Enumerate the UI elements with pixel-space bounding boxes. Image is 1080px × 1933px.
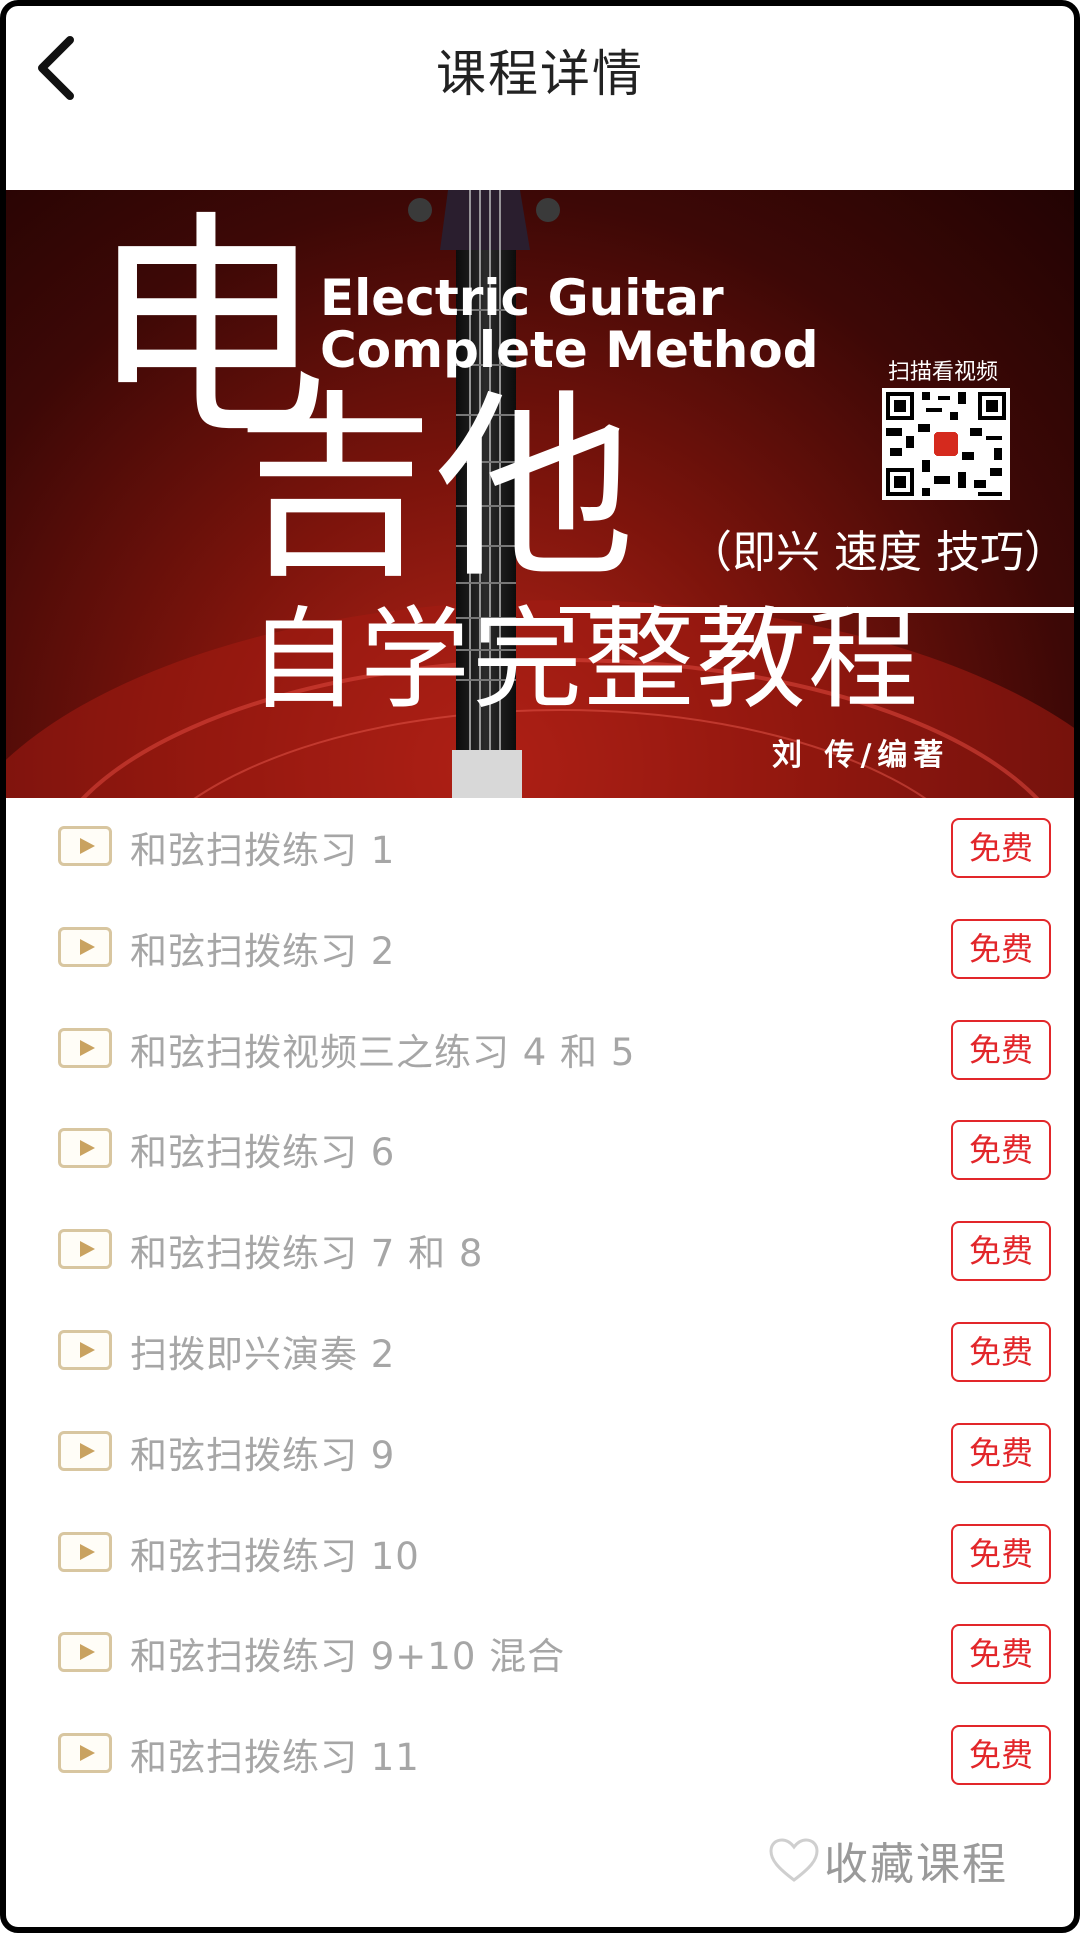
- play-video-icon: [58, 1330, 112, 1370]
- lesson-title: 和弦扫拨视频三之练习 4 和 5: [130, 1031, 636, 1074]
- lesson-row[interactable]: 和弦扫拨练习 1 免费: [0, 798, 1080, 899]
- lesson-title: 和弦扫拨练习 2: [130, 930, 396, 973]
- lesson-row[interactable]: 和弦扫拨练习 7 和 8 免费: [0, 1201, 1080, 1302]
- lesson-row[interactable]: 和弦扫拨视频三之练习 4 和 5 免费: [0, 1000, 1080, 1101]
- lesson-row[interactable]: 和弦扫拨练习 6 免费: [0, 1100, 1080, 1201]
- cover-main-title: 自学完整教程: [248, 596, 920, 724]
- play-video-icon: [58, 1532, 112, 1572]
- cover-title-en-line2: Complete Method: [320, 321, 819, 379]
- lesson-row[interactable]: 和弦扫拨练习 11 免费: [0, 1705, 1080, 1786]
- lesson-title: 扫拨即兴演奏 2: [130, 1333, 396, 1376]
- footer-bar: 收藏课程: [0, 1786, 1080, 1933]
- heart-outline-icon: [769, 1838, 819, 1882]
- favorite-label: 收藏课程: [824, 1839, 1008, 1890]
- free-badge: 免费: [951, 818, 1051, 878]
- free-badge: 免费: [951, 1624, 1051, 1684]
- lesson-row[interactable]: 和弦扫拨练习 2 免费: [0, 899, 1080, 1000]
- play-video-icon: [58, 1431, 112, 1471]
- lesson-title: 和弦扫拨练习 1: [130, 829, 396, 872]
- free-badge: 免费: [951, 919, 1051, 979]
- lesson-title: 和弦扫拨练习 11: [130, 1736, 420, 1779]
- free-badge: 免费: [951, 1524, 1051, 1584]
- play-video-icon: [58, 1632, 112, 1672]
- page-title: 课程详情: [436, 45, 644, 103]
- free-badge: 免费: [951, 1423, 1051, 1483]
- lesson-list: 和弦扫拨练习 1 免费 和弦扫拨练习 2 免费 和弦扫拨视频三之练习 4 和 5…: [0, 798, 1080, 1786]
- free-badge: 免费: [951, 1020, 1051, 1080]
- play-video-icon: [58, 1733, 112, 1773]
- free-badge: 免费: [951, 1120, 1051, 1180]
- cover-author: 刘 传/编著: [772, 738, 950, 773]
- play-video-icon: [58, 1028, 112, 1068]
- lesson-row[interactable]: 和弦扫拨练习 9+10 混合 免费: [0, 1604, 1080, 1705]
- lesson-row[interactable]: 和弦扫拨练习 9 免费: [0, 1403, 1080, 1504]
- play-video-icon: [58, 927, 112, 967]
- cover-title-jita: 吉他: [235, 373, 636, 606]
- lesson-title: 和弦扫拨练习 9: [130, 1434, 396, 1477]
- play-video-icon: [58, 1128, 112, 1168]
- lesson-title: 和弦扫拨练习 9+10 混合: [130, 1635, 566, 1678]
- free-badge: 免费: [951, 1221, 1051, 1281]
- lesson-title: 和弦扫拨练习 6: [130, 1131, 396, 1174]
- lesson-title: 和弦扫拨练习 10: [130, 1535, 420, 1578]
- free-badge: 免费: [951, 1725, 1051, 1785]
- lesson-row[interactable]: 和弦扫拨练习 10 免费: [0, 1504, 1080, 1605]
- nav-header: 课程详情: [0, 0, 1080, 190]
- qr-scan-label: 扫描看视频: [888, 360, 999, 385]
- play-video-icon: [58, 826, 112, 866]
- play-video-icon: [58, 1229, 112, 1269]
- lesson-row[interactable]: 扫拨即兴演奏 2 免费: [0, 1302, 1080, 1403]
- qr-code-icon: [882, 388, 1010, 500]
- cover-subtitle: （即兴 速度 技巧）: [688, 527, 1068, 578]
- free-badge: 免费: [951, 1322, 1051, 1382]
- favorite-course-button[interactable]: 收藏课程: [768, 1830, 1008, 1890]
- lesson-title: 和弦扫拨练习 7 和 8: [130, 1232, 484, 1275]
- cover-title-en-line1: Electric Guitar: [320, 269, 724, 327]
- course-cover-banner: 电 Electric Guitar Complete Method 吉他 （即兴…: [0, 190, 1080, 798]
